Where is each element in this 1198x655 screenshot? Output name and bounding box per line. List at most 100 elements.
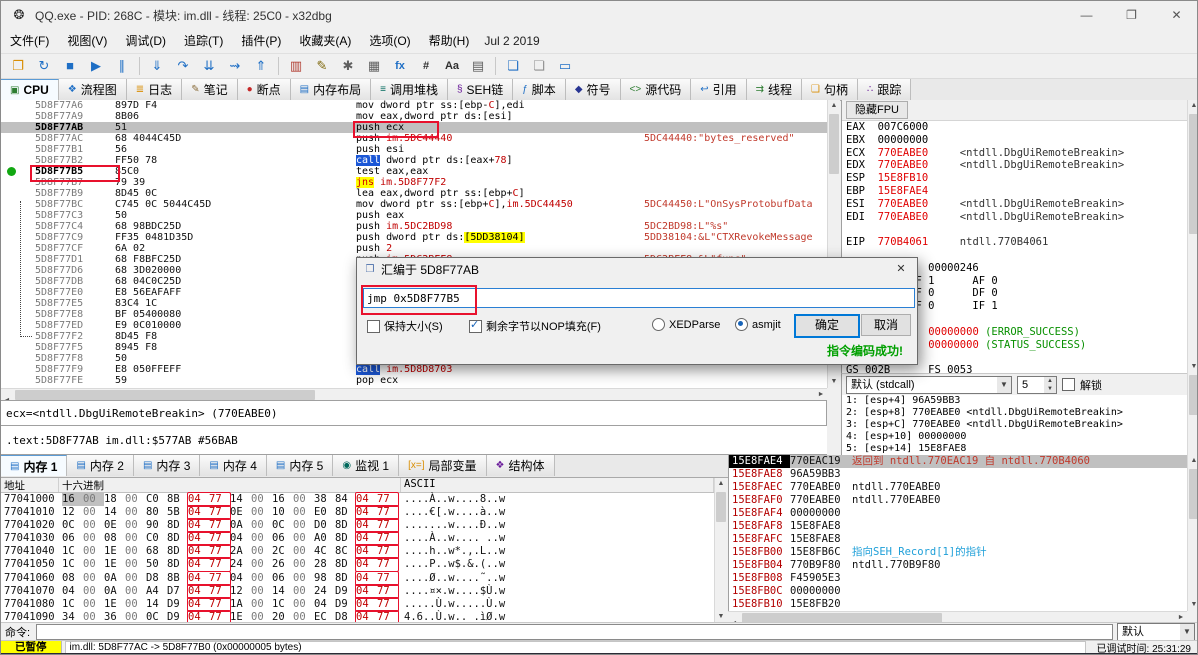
menu-item-2[interactable]: 调试(D)	[116, 31, 175, 51]
stack-row[interactable]: 15E8FAFC 15E8FAE8	[729, 533, 1187, 546]
toolbar-button-open-file[interactable]: ❐	[5, 54, 31, 78]
toolbar-button-stop[interactable]: ■	[57, 54, 83, 78]
memory-dump-panel[interactable]: 地址 十六进制 ASCII 77041000 16 00 18 00 C0 8B …	[1, 478, 714, 623]
toolbar-button-step-into[interactable]: ⇓	[144, 54, 170, 78]
tab-graph[interactable]: ❖ 流程图	[58, 79, 127, 100]
registers-vscrollbar[interactable]: ▲ ▼	[1187, 100, 1197, 373]
xedparse-radio[interactable]	[652, 318, 665, 331]
toolbar-button-pause[interactable]: ∥	[109, 54, 135, 78]
disasm-row[interactable]: 5D8F77FE 59 pop ecx	[1, 375, 827, 386]
menu-item-4[interactable]: 插件(P)	[232, 31, 290, 51]
nop-fill-checkbox[interactable]	[469, 318, 482, 333]
disasm-row[interactable]: 5D8F77C4 68 98BDC25D push im.5DC2BD98 5DC2B…	[1, 221, 827, 232]
stack-row[interactable]: 15E8FB04 770B9F80 ntdll.770B9F80	[729, 559, 1187, 572]
memory-row[interactable]: 77041060 08 00 0A 00 D8 8B 04 77 04 00 06…	[1, 572, 714, 585]
esp-row[interactable]: 5: [esp+14] 15E8FAE8	[842, 443, 1188, 455]
register-row[interactable]: EBP 15E8FAE4	[842, 185, 1188, 198]
register-row[interactable]: ESP 15E8FB10	[842, 172, 1188, 185]
bottom-tab-mem4[interactable]: ▤ 内存 4	[200, 455, 267, 476]
toolbar-button-assemble-fx[interactable]: fx	[387, 54, 413, 78]
tab-symbols[interactable]: ◆ 符号	[565, 79, 621, 100]
bottom-tab-watch1[interactable]: ◉ 监视 1	[333, 455, 400, 476]
menu-item-0[interactable]: 文件(F)	[1, 31, 58, 51]
bottom-tab-struct[interactable]: ❖ 结构体	[486, 455, 555, 476]
toolbar-button-patch[interactable]: #	[413, 54, 439, 78]
command-input[interactable]	[36, 623, 1113, 640]
toolbar-button-strings[interactable]: Aa	[439, 54, 465, 78]
bottom-tab-locals[interactable]: [x=] 局部变量	[399, 455, 487, 476]
register-row[interactable]: GS 002B FS 0053	[842, 364, 1188, 373]
register-row[interactable]: ESI 770EABE0 <ntdll.DbgUiRemoteBreakin>	[842, 198, 1188, 211]
stack-row[interactable]: 15E8FB0C 00000000	[729, 585, 1187, 598]
breakpoint-icon[interactable]	[7, 167, 16, 176]
toolbar-button-trace-into[interactable]: ⇊	[196, 54, 222, 78]
close-button[interactable]: ✕	[1154, 1, 1197, 29]
register-row[interactable]: EDX 770EABE0 <ntdll.DbgUiRemoteBreakin>	[842, 159, 1188, 172]
register-row[interactable]: EBX 00000000	[842, 134, 1188, 147]
disasm-row[interactable]: 5D8F77B9 8D45 0C lea eax,dword ptr ss:[ebp…	[1, 188, 827, 199]
tab-log[interactable]: ≣ 日志	[126, 79, 183, 100]
stack-row[interactable]: 15E8FB10 15E8FB20	[729, 598, 1187, 611]
toolbar-button-settings[interactable]: ✱	[335, 54, 361, 78]
bottom-tab-mem5[interactable]: ▤ 内存 5	[266, 455, 334, 476]
tab-call-stack[interactable]: ≡ 调用堆栈	[371, 79, 448, 100]
tab-trace[interactable]: ∴ 跟踪	[858, 79, 912, 100]
memory-row[interactable]: 77041040 1C 00 1E 00 68 8D 04 77 2A 00 2C…	[1, 545, 714, 558]
disasm-row[interactable]: 5D8F77B2 FF50 78 call dword ptr ds:[eax+78…	[1, 155, 827, 166]
toolbar-button-trace-over[interactable]: ⇝	[222, 54, 248, 78]
stack-row[interactable]: 15E8FAF4 00000000	[729, 507, 1187, 520]
toolbar-button-window-gray[interactable]: ❏	[526, 54, 552, 78]
toolbar-button-memory-chip[interactable]: ▤	[465, 54, 491, 78]
toolbar-button-notes[interactable]: ✎	[309, 54, 335, 78]
toolbar-button-calculator[interactable]: ▦	[361, 54, 387, 78]
dialog-close-button[interactable]: ✕	[885, 258, 917, 280]
register-row[interactable]: EAX 007C6000	[842, 121, 1188, 134]
keep-size-checkbox[interactable]	[367, 319, 380, 333]
esp-row[interactable]: 3: [esp+C] 770EABE0 <ntdll.DbgUiRemoteBr…	[842, 419, 1188, 431]
register-row[interactable]: EDI 770EABE0 <ntdll.DbgUiRemoteBreakin>	[842, 211, 1188, 224]
tab-memory-map[interactable]: ▤ 内存布局	[290, 79, 372, 100]
bottom-tab-mem1[interactable]: ▤ 内存 1	[1, 455, 68, 476]
tab-notes[interactable]: ✎ 笔记	[182, 79, 238, 100]
disasm-row[interactable]: 5D8F77C9 FF35 0481D35D push dword ptr ds:[…	[1, 232, 827, 243]
disasm-row[interactable]: 5D8F77C3 50 push eax	[1, 210, 827, 221]
bottom-tab-mem3[interactable]: ▤ 内存 3	[133, 455, 201, 476]
toolbar-button-execute-till-return[interactable]: ⇑	[248, 54, 274, 78]
disasm-row[interactable]: 5D8F77B7 79 39 jns im.5D8F77F2	[1, 177, 827, 188]
memory-row[interactable]: 77041050 1C 00 1E 00 50 8D 04 77 24 00 26…	[1, 558, 714, 571]
asmjit-radio[interactable]	[735, 318, 748, 331]
dialog-titlebar[interactable]: ❒ 汇编于 5D8F77AB	[357, 258, 917, 280]
disasm-row[interactable]: 5D8F77B1 56 push esi	[1, 144, 827, 155]
register-row[interactable]: ECX 770EABE0 <ntdll.DbgUiRemoteBreakin>	[842, 147, 1188, 160]
unlock-checkbox[interactable]	[1062, 378, 1075, 391]
toolbar-button-restart[interactable]: ↻	[31, 54, 57, 78]
esp-row[interactable]: 4: [esp+10] 00000000	[842, 431, 1188, 443]
stack-row[interactable]: 15E8FB00 15E8FB6C 指向SEH_Record[1]的指针	[729, 546, 1187, 559]
toolbar-button-log[interactable]: ▥	[283, 54, 309, 78]
stack-row[interactable]: 15E8FAE8 96A59BB3	[729, 468, 1187, 481]
tab-breakpoints[interactable]: ● 断点	[237, 79, 291, 100]
toolbar-button-step-over[interactable]: ↷	[170, 54, 196, 78]
esp-row[interactable]: 2: [esp+8] 770EABE0 <ntdll.DbgUiRemoteBr…	[842, 407, 1188, 419]
calling-convention-select[interactable]: 默认 (stdcall) ▼	[846, 375, 1012, 394]
tab-seh[interactable]: § SEH链	[447, 79, 514, 100]
minimize-button[interactable]: —	[1064, 1, 1109, 29]
stack-row[interactable]: 15E8FAF0 770EABE0 ntdll.770EABE0	[729, 494, 1187, 507]
register-row[interactable]: EIP 770B4061 ntdll.770B4061	[842, 236, 1188, 249]
stack-row[interactable]: 15E8FAE4 770EAC19 返回到 ntdll.770EAC19 自 ntd…	[729, 455, 1187, 468]
tab-threads[interactable]: ⇉ 线程	[746, 79, 803, 100]
tab-script[interactable]: ƒ 脚本	[513, 79, 566, 100]
memory-row[interactable]: 77041070 04 00 0A 00 A4 D7 04 77 12 00 14…	[1, 585, 714, 598]
stack-panel[interactable]: 15E8FAE4 770EAC19 返回到 ntdll.770EAC19 自 ntd…	[728, 455, 1187, 611]
ok-button[interactable]: 确定	[794, 314, 860, 338]
esp-vscrollbar[interactable]	[1187, 373, 1197, 455]
disasm-row[interactable]: 5D8F77A6 897D F4 mov dword ptr ss:[ebp-C],…	[1, 100, 827, 111]
menu-item-3[interactable]: 追踪(T)	[175, 31, 232, 51]
menu-item-6[interactable]: 选项(O)	[360, 31, 419, 51]
disasm-row[interactable]: 5D8F77CF 6A 02 push 2	[1, 243, 827, 254]
tab-cpu[interactable]: ▣ CPU	[1, 79, 59, 100]
stack-vscrollbar[interactable]: ▲ ▼	[1187, 455, 1197, 611]
memory-row[interactable]: 77041000 16 00 18 00 C0 8B 04 77 14 00 16…	[1, 493, 714, 506]
register-row[interactable]	[842, 223, 1188, 236]
tab-handles[interactable]: ❑ 句柄	[802, 79, 859, 100]
